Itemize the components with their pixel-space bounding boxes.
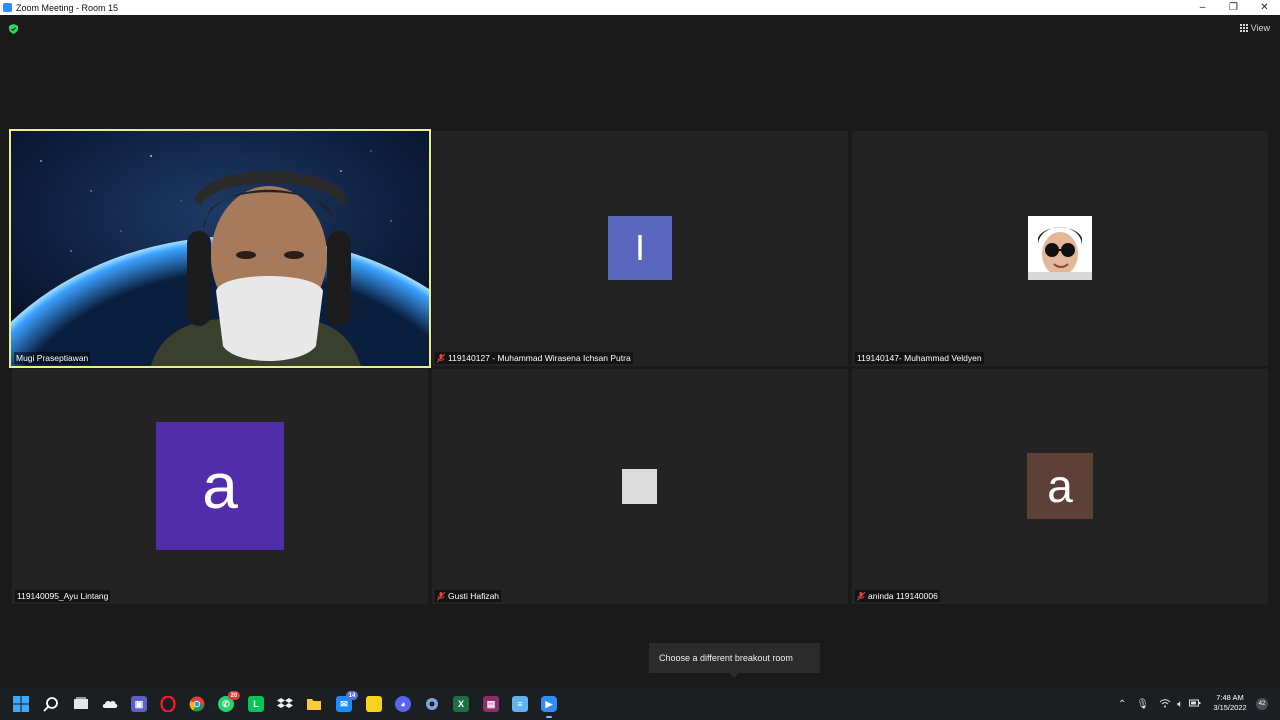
sticky-notes-icon[interactable] bbox=[366, 696, 382, 712]
participant-avatar-photo bbox=[1028, 216, 1092, 280]
muted-mic-icon bbox=[437, 591, 445, 601]
line-icon[interactable]: L bbox=[248, 696, 264, 712]
participant-name: 119140127 - Muhammad Wirasena Ichsan Put… bbox=[448, 353, 631, 363]
participant-tile[interactable]: Gusti Hafizah bbox=[432, 369, 848, 604]
search-icon[interactable] bbox=[43, 696, 59, 712]
participant-name-label: 119140127 - Muhammad Wirasena Ichsan Put… bbox=[435, 352, 633, 364]
clock-time: 7:48 AM bbox=[1216, 693, 1244, 702]
window-title: Zoom Meeting - Room 15 bbox=[16, 2, 119, 13]
participant-tile[interactable]: a aninda 119140006 bbox=[852, 369, 1268, 604]
grid-view-icon bbox=[1239, 24, 1248, 32]
teams-chat-icon[interactable]: ▣ bbox=[131, 696, 147, 712]
view-label: View bbox=[1250, 23, 1270, 33]
zoom-app-icon bbox=[3, 3, 12, 12]
participant-video-feed bbox=[11, 131, 429, 366]
muted-mic-icon bbox=[437, 353, 445, 363]
whatsapp-badge: 20 bbox=[228, 691, 240, 700]
participant-tile[interactable]: a 119140095_Ayu Lintang bbox=[12, 369, 428, 604]
zoom-icon[interactable]: ▶ bbox=[541, 696, 557, 712]
participant-name: Mugi Praseptiawan bbox=[16, 353, 89, 363]
discord-icon[interactable]: ◕ bbox=[395, 696, 411, 712]
winrar-icon[interactable]: ▤ bbox=[483, 696, 499, 712]
muted-mic-icon bbox=[857, 591, 865, 601]
participant-avatar: a bbox=[1027, 453, 1093, 519]
breakout-room-tooltip[interactable]: Choose a different breakout room bbox=[649, 643, 820, 678]
participant-name-label: 119140095_Ayu Lintang bbox=[15, 590, 111, 602]
microphone-icon[interactable]: 🎙︎ bbox=[1136, 699, 1149, 710]
minimize-button[interactable]: – bbox=[1187, 0, 1218, 15]
avatar-initial: I bbox=[634, 227, 645, 268]
participant-tile[interactable]: I 119140127 - Muhammad Wirasena Ichsan P… bbox=[432, 131, 848, 366]
participant-avatar: I bbox=[608, 216, 672, 280]
participant-name: 119140095_Ayu Lintang bbox=[17, 591, 109, 601]
participant-name: aninda 119140006 bbox=[868, 591, 938, 601]
tooltip-text: Choose a different breakout room bbox=[659, 653, 793, 663]
participant-name: 119140147- Muhammad Veldyen bbox=[857, 353, 982, 363]
clock-date: 3/15/2022 bbox=[1213, 703, 1247, 712]
restore-button[interactable]: ❐ bbox=[1218, 0, 1249, 15]
battery-icon[interactable] bbox=[1189, 698, 1201, 711]
mail-icon[interactable]: ✉ 14 bbox=[336, 691, 358, 712]
excel-icon[interactable]: X bbox=[453, 696, 469, 712]
participant-name-label: aninda 119140006 bbox=[855, 590, 940, 602]
show-hidden-icons-icon[interactable]: ⌃ bbox=[1118, 699, 1126, 710]
participant-avatar bbox=[622, 469, 657, 504]
participant-tile-video[interactable]: Mugi Praseptiawan bbox=[9, 129, 431, 368]
participant-name-label: 119140147- Muhammad Veldyen bbox=[855, 352, 984, 364]
file-explorer-icon[interactable] bbox=[306, 696, 322, 712]
whatsapp-icon[interactable]: ✆ 20 bbox=[218, 691, 240, 712]
participant-tile[interactable]: 119140147- Muhammad Veldyen bbox=[852, 131, 1268, 366]
task-view-icon[interactable] bbox=[73, 696, 89, 712]
close-button[interactable]: ✕ bbox=[1249, 0, 1280, 15]
participant-name-label: Gusti Hafizah bbox=[435, 590, 502, 602]
encryption-shield-icon[interactable] bbox=[9, 24, 18, 34]
windows-start-icon[interactable] bbox=[13, 696, 29, 712]
participant-name: Gusti Hafizah bbox=[448, 591, 500, 601]
zoom-active-indicator bbox=[546, 716, 552, 718]
taskbar-clock[interactable]: 7:48 AM 3/15/2022 bbox=[1208, 693, 1252, 713]
settings-icon[interactable] bbox=[424, 696, 440, 712]
avatar-initial: a bbox=[1047, 460, 1073, 512]
chrome-icon[interactable] bbox=[189, 696, 205, 712]
window-titlebar: Zoom Meeting - Room 15 – ❐ ✕ bbox=[0, 0, 1280, 15]
avatar-initial: a bbox=[202, 450, 238, 522]
participant-name-label: Mugi Praseptiawan bbox=[14, 352, 91, 364]
notification-center-badge[interactable]: 42 bbox=[1256, 698, 1268, 710]
windows-taskbar: ▣ ✆ 20 L ✉ 14 ◕ X ▤ ≡ ▶ ⌃ 🎙︎ 🔈︎ 7:48 AM … bbox=[0, 688, 1280, 720]
notepad-icon[interactable]: ≡ bbox=[512, 696, 528, 712]
system-tray: ⌃ 🎙︎ 🔈︎ bbox=[1118, 688, 1201, 720]
participant-avatar: a bbox=[156, 422, 284, 550]
opera-icon[interactable] bbox=[160, 696, 176, 712]
onedrive-icon[interactable] bbox=[102, 696, 118, 712]
dropbox-icon[interactable] bbox=[277, 696, 293, 712]
view-button[interactable]: View bbox=[1239, 23, 1270, 33]
mail-badge: 14 bbox=[346, 691, 358, 700]
wifi-icon[interactable] bbox=[1159, 698, 1171, 711]
volume-icon[interactable]: 🔈︎ bbox=[1177, 699, 1183, 710]
